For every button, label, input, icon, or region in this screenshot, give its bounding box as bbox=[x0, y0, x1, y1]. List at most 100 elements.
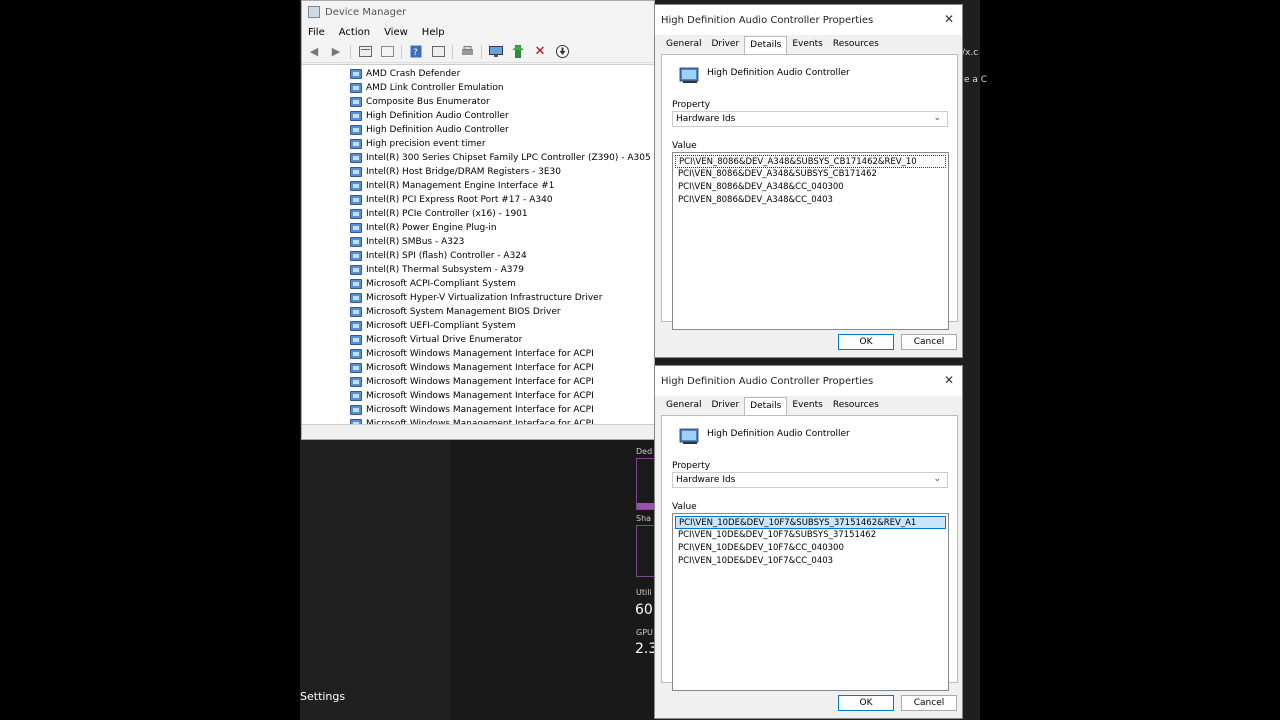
device-item-label: Microsoft Windows Management Interface f… bbox=[366, 377, 594, 387]
ok-button[interactable]: OK bbox=[838, 695, 894, 711]
tab-details[interactable]: Details bbox=[744, 36, 788, 54]
value-item[interactable]: PCI\VEN_8086&DEV_A348&CC_040300 bbox=[675, 181, 946, 194]
device-item[interactable]: Microsoft UEFI-Compliant System bbox=[302, 319, 654, 333]
device-item[interactable]: AMD Crash Defender bbox=[302, 67, 654, 81]
device-item[interactable]: Microsoft Windows Management Interface f… bbox=[302, 417, 654, 424]
tab-general[interactable]: General bbox=[661, 36, 706, 54]
system-device-icon bbox=[350, 391, 362, 401]
device-item[interactable]: Microsoft Hyper-V Virtualization Infrast… bbox=[302, 291, 654, 305]
device-item-label: Intel(R) 300 Series Chipset Family LPC C… bbox=[366, 153, 651, 163]
cancel-button[interactable]: Cancel bbox=[901, 334, 957, 350]
chevron-down-icon: ⌄ bbox=[933, 113, 941, 123]
ok-button[interactable]: OK bbox=[838, 334, 894, 350]
properties-icon[interactable] bbox=[357, 44, 373, 60]
device-item[interactable]: Microsoft Windows Management Interface f… bbox=[302, 389, 654, 403]
cancel-button[interactable]: Cancel bbox=[901, 695, 957, 711]
device-item-label: Microsoft Windows Management Interface f… bbox=[366, 405, 594, 415]
device-item[interactable]: Intel(R) Thermal Subsystem - A379 bbox=[302, 263, 654, 277]
menu-view[interactable]: View bbox=[384, 27, 408, 38]
device-item[interactable]: Microsoft Windows Management Interface f… bbox=[302, 361, 654, 375]
device-item[interactable]: Intel(R) PCIe Controller (x16) - 1901 bbox=[302, 207, 654, 221]
device-item-label: Intel(R) Power Engine Plug-in bbox=[366, 223, 497, 233]
view-icon[interactable] bbox=[430, 44, 446, 60]
device-item-label: Microsoft System Management BIOS Driver bbox=[366, 307, 561, 317]
value-item[interactable]: PCI\VEN_10DE&DEV_10F7&CC_0403 bbox=[675, 555, 946, 568]
device-item[interactable]: High precision event timer bbox=[302, 137, 654, 151]
close-icon[interactable]: ✕ bbox=[942, 12, 956, 26]
settings-label[interactable]: Settings bbox=[300, 690, 345, 703]
device-item[interactable]: Microsoft Windows Management Interface f… bbox=[302, 403, 654, 417]
device-item[interactable]: Microsoft Windows Management Interface f… bbox=[302, 347, 654, 361]
value-item[interactable]: PCI\VEN_10DE&DEV_10F7&SUBSYS_37151462 bbox=[675, 529, 946, 542]
tab-events[interactable]: Events bbox=[787, 36, 827, 54]
close-icon[interactable]: ✕ bbox=[942, 373, 956, 387]
device-item-label: AMD Crash Defender bbox=[366, 69, 461, 79]
update-driver-icon[interactable] bbox=[510, 44, 526, 60]
show-hidden-icon[interactable] bbox=[379, 44, 395, 60]
device-item-label: Microsoft Virtual Drive Enumerator bbox=[366, 335, 523, 345]
value-item[interactable]: PCI\VEN_8086&DEV_A348&SUBSYS_CB171462&RE… bbox=[675, 155, 946, 168]
device-manager-titlebar[interactable]: Device Manager bbox=[302, 1, 654, 23]
device-item[interactable]: Microsoft Windows Management Interface f… bbox=[302, 375, 654, 389]
value-item[interactable]: PCI\VEN_10DE&DEV_10F7&SUBSYS_37151462&RE… bbox=[675, 516, 946, 529]
device-item[interactable]: Composite Bus Enumerator bbox=[302, 95, 654, 109]
system-device-icon bbox=[350, 195, 362, 205]
value-item[interactable]: PCI\VEN_10DE&DEV_10F7&CC_040300 bbox=[675, 542, 946, 555]
device-item-label: Microsoft Windows Management Interface f… bbox=[366, 349, 594, 359]
device-item[interactable]: Microsoft ACPI-Compliant System bbox=[302, 277, 654, 291]
download-icon[interactable] bbox=[554, 44, 570, 60]
back-arrow-icon[interactable]: ◀ bbox=[306, 44, 322, 60]
value-list[interactable]: PCI\VEN_8086&DEV_A348&SUBSYS_CB171462&RE… bbox=[672, 152, 949, 330]
forward-arrow-icon[interactable]: ▶ bbox=[328, 44, 344, 60]
system-device-icon bbox=[350, 363, 362, 373]
tab-driver[interactable]: Driver bbox=[706, 397, 744, 415]
system-device-icon bbox=[350, 293, 362, 303]
dialog-titlebar[interactable]: High Definition Audio Controller Propert… bbox=[655, 366, 962, 396]
device-item[interactable]: Intel(R) Host Bridge/DRAM Registers - 3E… bbox=[302, 165, 654, 179]
property-dropdown[interactable]: Hardware Ids ⌄ bbox=[672, 111, 948, 127]
dedicated-memory-fill bbox=[637, 502, 655, 509]
device-item[interactable]: Intel(R) Management Engine Interface #1 bbox=[302, 179, 654, 193]
dialog-title: High Definition Audio Controller Propert… bbox=[661, 375, 874, 387]
task-manager-panel bbox=[450, 440, 655, 720]
value-item[interactable]: PCI\VEN_8086&DEV_A348&CC_0403 bbox=[675, 194, 946, 207]
value-list[interactable]: PCI\VEN_10DE&DEV_10F7&SUBSYS_37151462&RE… bbox=[672, 513, 949, 691]
audio-device-icon bbox=[679, 67, 699, 83]
device-item[interactable]: Intel(R) SMBus - A323 bbox=[302, 235, 654, 249]
help-icon[interactable]: ? bbox=[408, 44, 424, 60]
properties-dialog-intel: High Definition Audio Controller Propert… bbox=[654, 4, 963, 358]
device-item[interactable]: Microsoft Virtual Drive Enumerator bbox=[302, 333, 654, 347]
device-item[interactable]: High Definition Audio Controller bbox=[302, 123, 654, 137]
monitor-icon[interactable] bbox=[488, 44, 504, 60]
uninstall-icon[interactable]: ✕ bbox=[532, 44, 548, 60]
utilization-value: 60 bbox=[635, 602, 653, 618]
device-item[interactable]: Intel(R) Power Engine Plug-in bbox=[302, 221, 654, 235]
shared-memory-graph bbox=[636, 525, 656, 577]
menu-file[interactable]: File bbox=[308, 27, 325, 38]
device-item[interactable]: Intel(R) PCI Express Root Port #17 - A34… bbox=[302, 193, 654, 207]
tab-details[interactable]: Details bbox=[744, 397, 788, 415]
device-item-label: High Definition Audio Controller bbox=[366, 125, 509, 135]
device-item[interactable]: AMD Link Controller Emulation bbox=[302, 81, 654, 95]
print-icon[interactable] bbox=[459, 44, 475, 60]
tab-driver[interactable]: Driver bbox=[706, 36, 744, 54]
value-item[interactable]: PCI\VEN_8086&DEV_A348&SUBSYS_CB171462 bbox=[675, 168, 946, 181]
device-manager-title: Device Manager bbox=[325, 6, 407, 18]
toolbar-separator bbox=[452, 44, 453, 59]
device-item[interactable]: Microsoft System Management BIOS Driver bbox=[302, 305, 654, 319]
tab-general[interactable]: General bbox=[661, 397, 706, 415]
device-item[interactable]: Intel(R) 300 Series Chipset Family LPC C… bbox=[302, 151, 654, 165]
device-tree[interactable]: AMD Crash Defender AMD Link Controller Em… bbox=[302, 64, 654, 424]
menu-action[interactable]: Action bbox=[339, 27, 370, 38]
device-item[interactable]: Intel(R) SPI (flash) Controller - A324 bbox=[302, 249, 654, 263]
menu-help[interactable]: Help bbox=[422, 27, 445, 38]
tab-events[interactable]: Events bbox=[787, 397, 827, 415]
property-dropdown[interactable]: Hardware Ids ⌄ bbox=[672, 472, 948, 488]
device-item-label: Intel(R) SPI (flash) Controller - A324 bbox=[366, 251, 527, 261]
device-item-label: Intel(R) Management Engine Interface #1 bbox=[366, 181, 555, 191]
properties-dialog-nvidia: High Definition Audio Controller Propert… bbox=[654, 365, 963, 719]
tab-resources[interactable]: Resources bbox=[828, 36, 884, 54]
device-item[interactable]: High Definition Audio Controller bbox=[302, 109, 654, 123]
dialog-titlebar[interactable]: High Definition Audio Controller Propert… bbox=[655, 5, 962, 35]
tab-resources[interactable]: Resources bbox=[828, 397, 884, 415]
